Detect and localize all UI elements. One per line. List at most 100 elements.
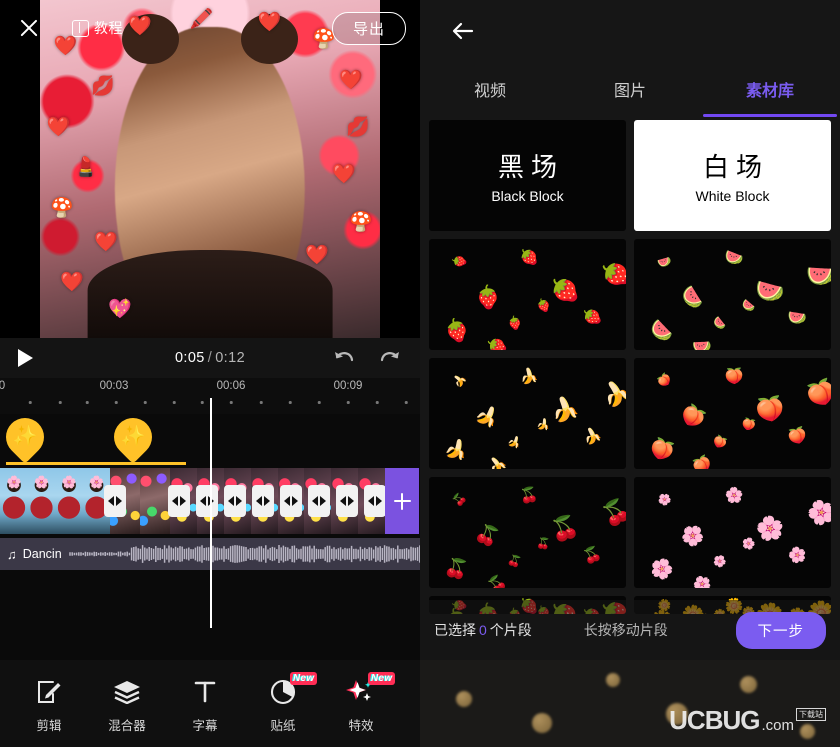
material-cell-watermelon[interactable]: 🍉 🍉 🍉 🍉 🍉 🍉 🍉 🍉 🍉 🍉: [634, 239, 831, 350]
tutorial-button[interactable]: 教程: [72, 18, 123, 38]
pattern-emoji: 🌸: [710, 553, 729, 571]
video-preview-area: ❤️ 💋 ❤️ 💄 🍄 ❤️ ❤️ 🖍️ ❤️ 🍄 ❤️ 💋 ❤️ 🍄 ❤️ ❤…: [0, 0, 420, 338]
ruler-label: 0: [0, 380, 6, 392]
transition-icon[interactable]: [364, 485, 386, 517]
site-watermark: UCBUG .com 下载站: [669, 707, 826, 733]
material-cell-strawberry[interactable]: 🍓 🍓 🍓 🍓 🍓 🍓 🍓 🍓 🍓 🍓: [429, 239, 626, 350]
clip-thumbnail: [27, 468, 55, 534]
material-cell-cherry[interactable]: 🍒 🍒 🍒 🍒 🍒 🍒 🍒 🍒 🍒 🍒: [429, 477, 626, 588]
material-cell-pattern: 🍌 🍌 🍌 🍌 🍌 🍌 🍌 🍌 🍌 🍌: [429, 358, 626, 469]
pattern-emoji: 🍒: [472, 520, 504, 552]
pattern-emoji: 🍑: [785, 425, 809, 447]
pattern-emoji: 🌸: [754, 512, 787, 543]
overlay-emoji: ❤️: [339, 69, 363, 91]
overlay-emoji: ❤️: [332, 164, 357, 186]
preview-top-bar: 教程 导出: [0, 0, 420, 56]
drag-hint: 长按移动片段: [583, 622, 668, 638]
watermark-domain: .com: [761, 717, 794, 734]
timeline-clip[interactable]: [55, 468, 110, 534]
transition-icon[interactable]: [196, 485, 218, 517]
add-clip-button[interactable]: [385, 468, 419, 534]
ruler-tick: [143, 401, 147, 404]
ruler-tick: [172, 401, 176, 404]
material-cell-peach[interactable]: 🍑 🍑 🍑 🍑 🍑 🍑 🍑 🍑 🍑 🍑: [634, 358, 831, 469]
toolbar-item-label: 剪辑: [36, 718, 62, 733]
pattern-emoji: 🍓: [580, 306, 604, 328]
ruler-tick: [28, 401, 32, 404]
material-cell-pattern: 🍑 🍑 🍑 🍑 🍑 🍑 🍑 🍑 🍑 🍑: [634, 358, 831, 469]
toolbar-item-label: 特效: [348, 718, 374, 733]
pattern-emoji: 🍑: [690, 453, 715, 469]
pattern-emoji: 🍉: [677, 282, 709, 314]
clip-thumbnail: [0, 468, 28, 534]
material-cell-blossom[interactable]: 🌸 🌸 🌸 🌸 🌸 🌸 🌸 🌸 🌸 🌸: [634, 477, 831, 588]
material-cell-banana[interactable]: 🍌 🍌 🍌 🍌 🍌 🍌 🍌 🍌 🍌 🍌: [429, 358, 626, 469]
material-tabs[interactable]: 视频 图片 素材库: [420, 62, 840, 120]
layers-icon: [113, 678, 141, 706]
transition-icon[interactable]: [168, 485, 190, 517]
toolbar-item-label: 贴纸: [270, 718, 296, 733]
tab-2[interactable]: 素材库: [700, 77, 840, 105]
toolbar-item-mixer[interactable]: 混合器: [88, 674, 166, 734]
transport-bar: 0:05/0:12: [0, 338, 420, 378]
pattern-emoji: 🍓: [450, 252, 469, 271]
toolbar-item-sticker[interactable]: 贴纸 New: [244, 671, 322, 734]
selection-count: 已选择 0 个片段: [434, 620, 532, 640]
transition-icon[interactable]: [308, 485, 330, 517]
transition-icon[interactable]: [252, 485, 274, 517]
pattern-emoji: 🍌: [450, 371, 469, 390]
tab-0[interactable]: 视频: [420, 77, 560, 105]
playhead[interactable]: [210, 414, 212, 628]
effect-range-bar[interactable]: [6, 462, 114, 465]
new-badge: New: [290, 671, 318, 685]
overlay-emoji: ❤️: [94, 231, 119, 253]
pattern-emoji: 🍓: [505, 315, 524, 333]
effect-range-bar[interactable]: [114, 462, 186, 465]
toolbar-item-caption[interactable]: 字幕: [166, 674, 244, 734]
material-footer: 已选择 0 个片段 长按移动片段 下一步: [420, 600, 840, 660]
video-editor-panel: ❤️ 💋 ❤️ 💄 🍄 ❤️ ❤️ 🖍️ ❤️ 🍄 ❤️ 💋 ❤️ 🍄 ❤️ ❤…: [0, 0, 420, 747]
material-grid[interactable]: 黑场 Black Block 白场 White Block 🍓 🍓 🍓 🍓 🍓 🍓 🍓 🍓 🍓 🍓 🍉 🍉 🍉 🍉…: [420, 120, 840, 620]
material-cell-title-cn: 黑场: [497, 152, 564, 182]
overlay-emoji: 🍄: [349, 211, 374, 233]
material-cell-white-block[interactable]: 白场 White Block: [634, 120, 831, 231]
transition-icon[interactable]: [336, 485, 358, 517]
bottom-toolbar: 剪辑 混合器 字幕 贴纸 New 特效 New 配乐: [0, 660, 420, 747]
transition-icon[interactable]: [224, 485, 246, 517]
ruler-tick: [58, 401, 62, 404]
pattern-emoji: 🍌: [485, 453, 510, 469]
close-icon[interactable]: [14, 13, 44, 43]
next-step-button[interactable]: 下一步: [735, 611, 826, 649]
pattern-emoji: 🍑: [740, 417, 758, 433]
pattern-emoji: 🌸: [655, 490, 674, 509]
pattern-emoji: 🍓: [485, 334, 510, 350]
effect-marker[interactable]: ✨: [0, 414, 52, 464]
transition-icon[interactable]: [104, 485, 126, 517]
back-arrow-icon[interactable]: [450, 18, 476, 44]
pattern-emoji: 🍒: [450, 490, 469, 509]
total-time: 0:12: [215, 350, 246, 366]
material-cell-black-block[interactable]: 黑场 Black Block: [429, 120, 626, 231]
overlay-emoji: 💋: [91, 76, 115, 98]
pattern-emoji: 🍌: [580, 425, 604, 447]
timeline[interactable]: ✨✨ ♫ Dancin: [0, 414, 420, 660]
transition-icon[interactable]: [280, 485, 302, 517]
video-subject-body: [87, 250, 333, 338]
material-cell-title-en: White Block: [695, 188, 770, 204]
playhead-ruler-tip: [210, 398, 212, 414]
ruler-tick: [85, 401, 89, 404]
pattern-emoji: 🍒: [549, 512, 582, 543]
pattern-emoji: 🍉: [646, 317, 677, 346]
effect-marker[interactable]: ✨: [106, 414, 160, 464]
export-button[interactable]: 导出: [331, 11, 406, 45]
toolbar-item-soundtrack[interactable]: 配乐: [400, 674, 420, 734]
app-root: ❤️ 💋 ❤️ 💄 🍄 ❤️ ❤️ 🖍️ ❤️ 🍄 ❤️ 💋 ❤️ 🍄 ❤️ ❤…: [0, 0, 840, 747]
bokeh-dot: [532, 713, 552, 733]
watermark-main: UCBUG: [669, 705, 760, 735]
ruler-label: 00:03: [99, 380, 129, 392]
text-t-icon: [192, 678, 218, 706]
toolbar-item-effects[interactable]: 特效 New: [322, 671, 400, 734]
timeline-clip[interactable]: [0, 468, 55, 534]
toolbar-item-edit[interactable]: 剪辑: [10, 674, 88, 734]
tab-1[interactable]: 图片: [560, 77, 700, 105]
